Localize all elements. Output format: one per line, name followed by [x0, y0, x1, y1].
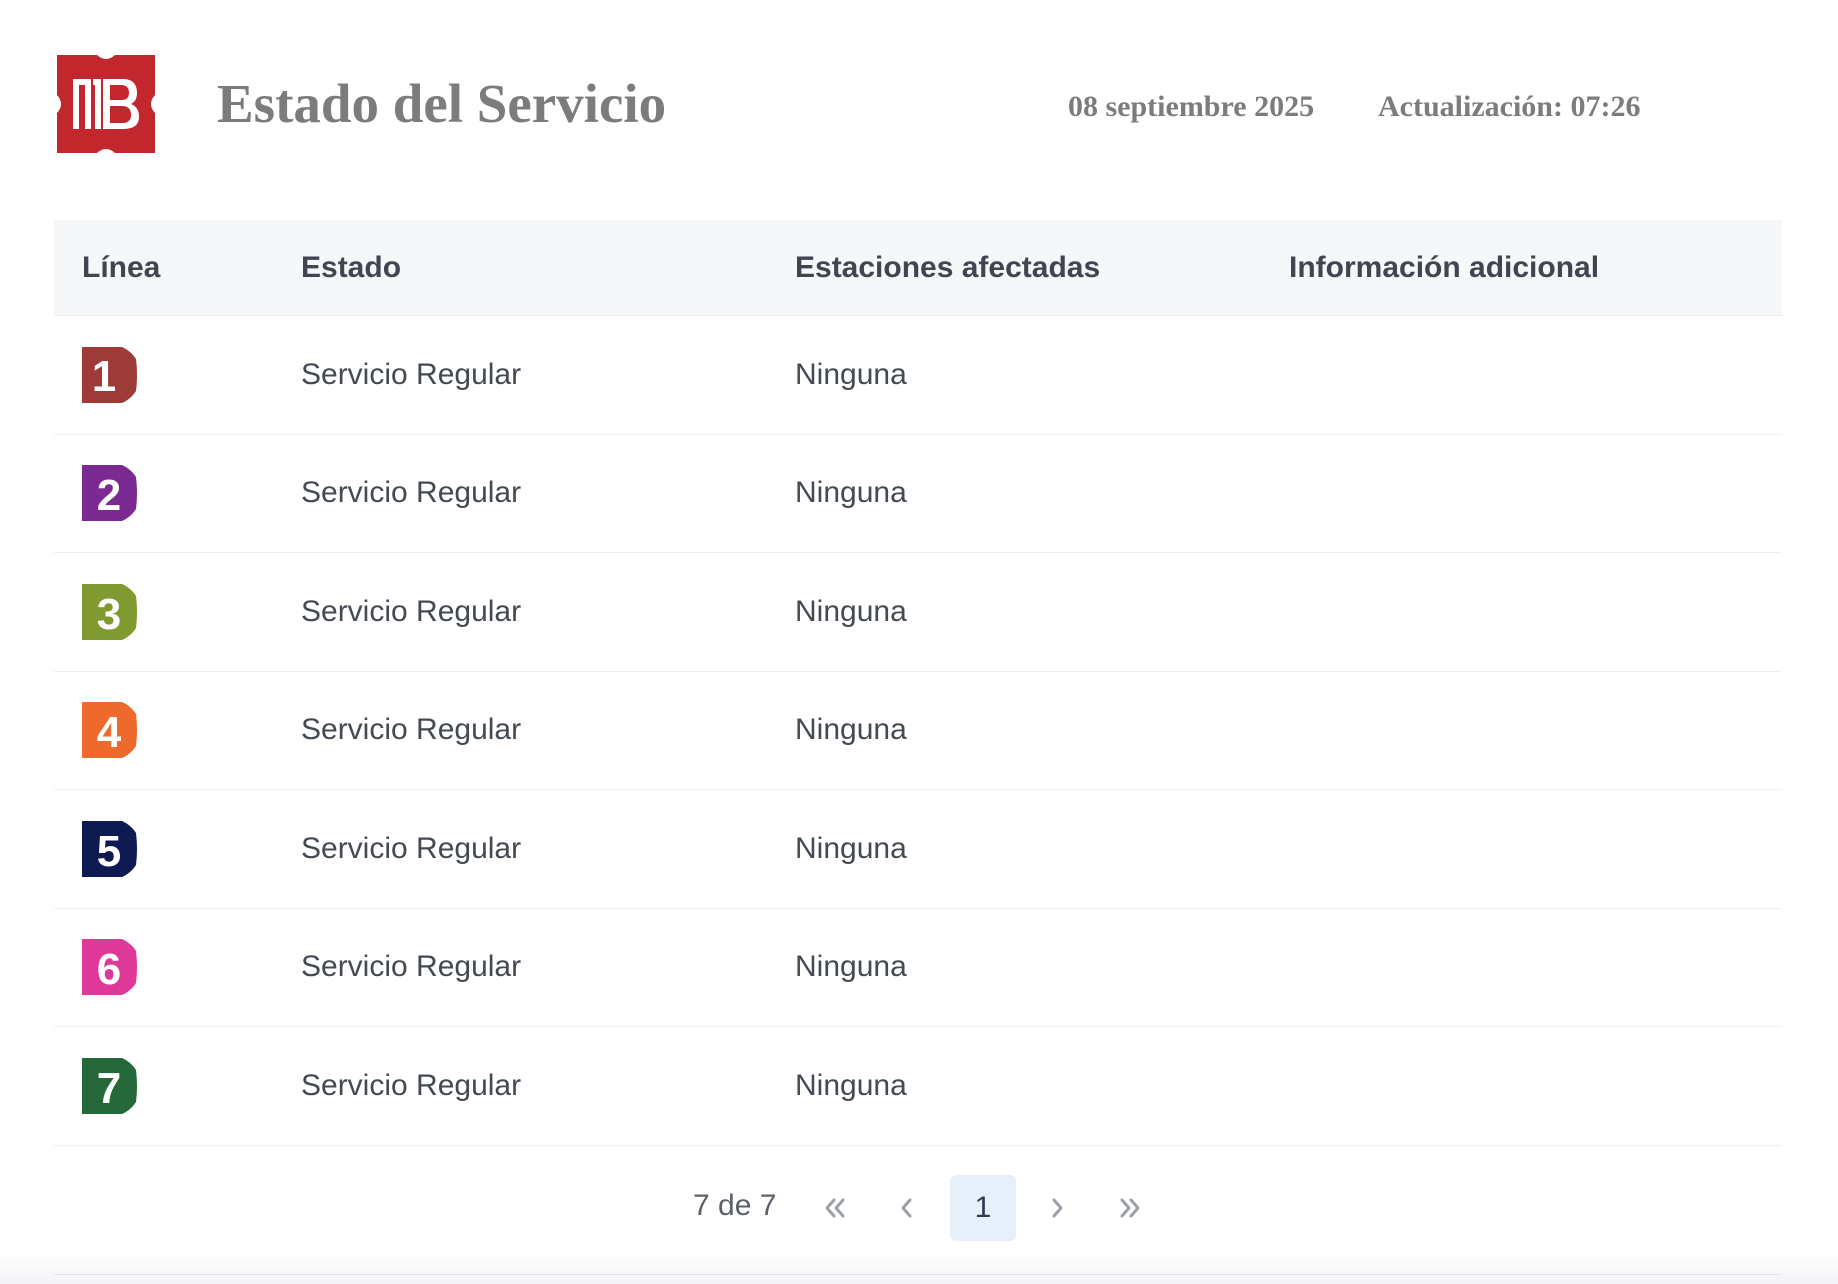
- line-cell: 1: [54, 346, 301, 403]
- table-body: 1 Servicio Regular Ninguna 2 Servicio Re…: [54, 316, 1782, 1146]
- line-1-badge-icon: 1: [82, 346, 137, 403]
- table-row: 2 Servicio Regular Ninguna: [54, 435, 1782, 553]
- affected-stations-cell: Ninguna: [795, 594, 907, 628]
- line-cell: 5: [54, 820, 301, 877]
- svg-text:3: 3: [97, 590, 121, 639]
- line-cell: 6: [54, 939, 301, 996]
- affected-stations-cell: Ninguna: [795, 1068, 907, 1102]
- page-1-button[interactable]: 1: [950, 1175, 1016, 1241]
- line-4-badge-icon: 4: [82, 702, 137, 759]
- svg-text:5: 5: [97, 827, 121, 876]
- table-row: 3 Servicio Regular Ninguna: [54, 553, 1782, 672]
- line-cell: 3: [54, 583, 301, 640]
- line-6-badge-icon: 6: [82, 939, 137, 996]
- status-cell: Servicio Regular: [301, 1068, 522, 1102]
- table-row: 7 Servicio Regular Ninguna: [54, 1027, 1782, 1146]
- line-cell: 4: [54, 702, 301, 759]
- svg-text:2: 2: [97, 471, 121, 520]
- line-3-badge-icon: 3: [82, 583, 137, 640]
- header: Estado del Servicio 08 septiembre 2025 A…: [0, 0, 1838, 220]
- affected-stations-cell: Ninguna: [795, 713, 907, 747]
- service-date: 08 septiembre 2025: [1068, 90, 1315, 123]
- affected-stations-cell: Ninguna: [795, 950, 907, 984]
- column-header-line[interactable]: Línea: [54, 251, 301, 285]
- svg-text:6: 6: [97, 945, 121, 994]
- status-cell: Servicio Regular: [301, 594, 522, 628]
- page-title: Estado del Servicio: [217, 73, 667, 134]
- service-status-table: Línea Estado Estaciones afectadas Inform…: [54, 220, 1782, 1146]
- table-row: 6 Servicio Regular Ninguna: [54, 909, 1782, 1027]
- status-cell: Servicio Regular: [301, 357, 522, 391]
- last-update-time: Actualización: 07:26: [1378, 90, 1641, 123]
- double-chevron-left-icon: [825, 1198, 845, 1218]
- bottom-fade: [0, 1252, 1838, 1284]
- next-page-button[interactable]: [1024, 1175, 1090, 1241]
- line-7-badge-icon: 7: [82, 1057, 137, 1114]
- table-row: 1 Servicio Regular Ninguna: [54, 316, 1782, 435]
- affected-stations-cell: Ninguna: [795, 476, 907, 510]
- column-header-affected-stations[interactable]: Estaciones afectadas: [795, 251, 1289, 285]
- svg-text:1: 1: [92, 352, 116, 401]
- table-row: 5 Servicio Regular Ninguna: [54, 790, 1782, 909]
- line-cell: 2: [54, 465, 301, 522]
- affected-stations-cell: Ninguna: [795, 831, 907, 865]
- svg-text:4: 4: [97, 708, 122, 757]
- line-cell: 7: [54, 1057, 301, 1114]
- status-cell: Servicio Regular: [301, 831, 522, 865]
- svg-text:7: 7: [97, 1064, 121, 1113]
- line-5-badge-icon: 5: [82, 820, 137, 877]
- service-status-page: Estado del Servicio 08 septiembre 2025 A…: [0, 0, 1838, 1284]
- last-page-button[interactable]: [1097, 1175, 1163, 1241]
- table-header-row: Línea Estado Estaciones afectadas Inform…: [54, 220, 1782, 316]
- column-header-additional-info[interactable]: Información adicional: [1289, 251, 1782, 285]
- pagination: 7 de 7 1: [0, 1175, 1838, 1241]
- column-header-status[interactable]: Estado: [301, 251, 795, 285]
- metrobus-logo-icon: [57, 55, 155, 153]
- table-row: 4 Servicio Regular Ninguna: [54, 672, 1782, 790]
- status-cell: Servicio Regular: [301, 950, 522, 984]
- page-count-text: 7 de 7: [693, 1189, 777, 1222]
- first-page-button[interactable]: [802, 1175, 868, 1241]
- previous-page-button[interactable]: [874, 1175, 940, 1241]
- double-chevron-right-icon: [1120, 1198, 1140, 1218]
- chevron-right-icon: [1052, 1198, 1063, 1218]
- chevron-left-icon: [901, 1198, 912, 1218]
- status-cell: Servicio Regular: [301, 476, 522, 510]
- line-2-badge-icon: 2: [82, 465, 137, 522]
- affected-stations-cell: Ninguna: [795, 357, 907, 391]
- status-cell: Servicio Regular: [301, 713, 522, 747]
- bottom-divider: [54, 1274, 1782, 1275]
